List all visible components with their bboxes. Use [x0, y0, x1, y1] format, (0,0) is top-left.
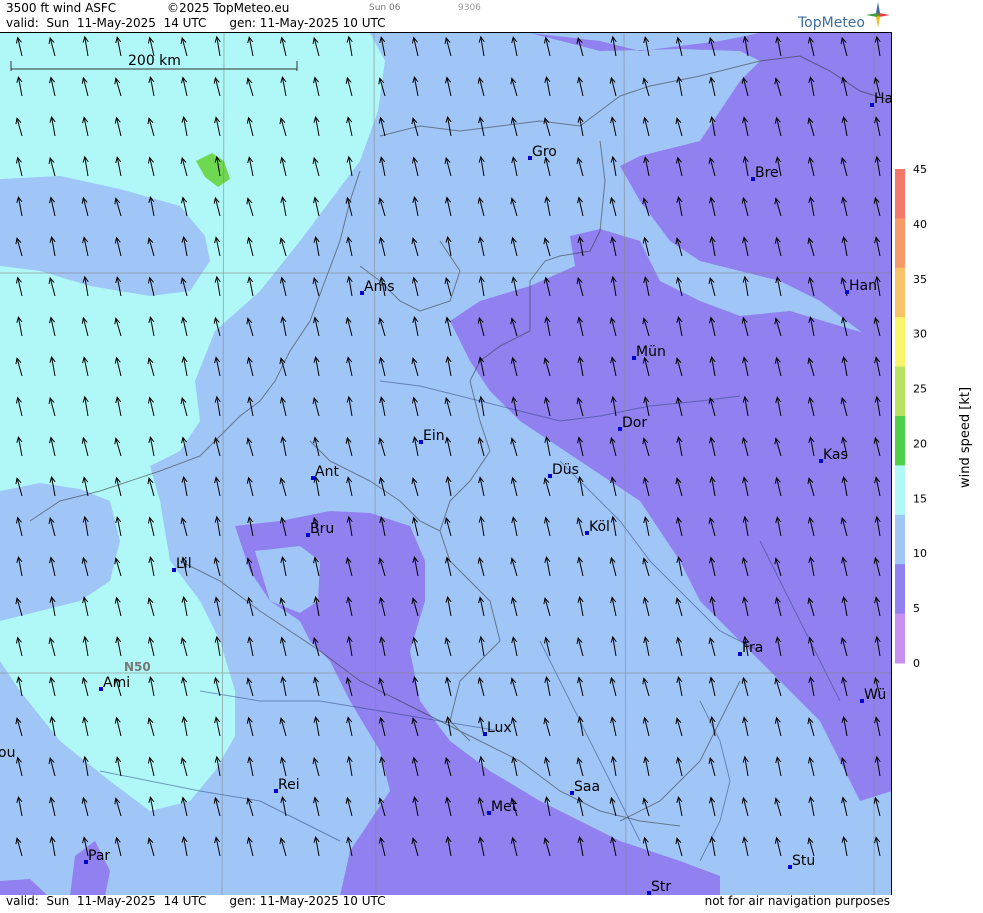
- city-label: Ein: [423, 428, 445, 444]
- legend-tick-label: 45: [913, 163, 927, 176]
- model-run: Sun 06: [369, 3, 401, 13]
- legend-title: wind speed [kt]: [958, 387, 973, 488]
- city-label: Stu: [792, 853, 815, 869]
- legend-tick-label: 10: [913, 547, 927, 560]
- city-label: Met: [491, 799, 518, 815]
- city-label: Gro: [532, 144, 557, 160]
- legend-canvas: 45 40 35 30 25 20 15 10 5 0 wind speed [kt]: [895, 163, 973, 670]
- legend-color-band: [895, 564, 905, 615]
- legend-color-band: [895, 218, 905, 269]
- valid-time: valid: Sun 11-May-2025 14 UTC gen: 11-Ma…: [6, 16, 386, 30]
- product-title: 3500 ft wind ASFC: [6, 1, 117, 15]
- city-label: Fra: [742, 640, 763, 656]
- product-code: 9306: [458, 3, 481, 13]
- legend-color-band: [895, 169, 905, 219]
- legend-tick-label: 0: [913, 657, 920, 670]
- city-label: Ha: [874, 91, 892, 107]
- city-label: Köl: [589, 519, 610, 535]
- legend-color-band: [895, 267, 905, 318]
- city-label: Str: [651, 879, 671, 895]
- legend-color-band: [895, 514, 905, 565]
- city-label: Kas: [823, 447, 848, 463]
- city-label: Han: [849, 278, 877, 294]
- city-label: Mün: [636, 344, 666, 360]
- city-label: Lil: [176, 556, 192, 572]
- navigation-disclaimer: not for air navigation purposes: [704, 894, 890, 908]
- city-label: Lux: [487, 720, 512, 736]
- city-label: Bre: [755, 165, 779, 181]
- city-label: ou: [0, 745, 15, 761]
- city-label: Ami: [103, 675, 130, 691]
- legend-color-band: [895, 366, 905, 417]
- city-label: Saa: [574, 779, 600, 795]
- scale-label: 200 km: [128, 53, 181, 69]
- legend-tick-label: 25: [913, 383, 927, 396]
- city-label: Bru: [310, 521, 334, 537]
- legend-color-band: [895, 416, 905, 466]
- footer-bar: valid: Sun 11-May-2025 14 UTC gen: 11-Ma…: [0, 894, 892, 909]
- header-bar: 3500 ft wind ASFC ©2025 TopMeteo.eu Sun …: [0, 0, 892, 32]
- map-canvas[interactable]: N50 200 km Ha Gro Bre Ams Han Mün Ein Dor Ant Düs…: [0, 33, 892, 895]
- city-label: Dor: [622, 415, 647, 431]
- legend-color-band: [895, 317, 905, 368]
- legend-color-band: [895, 613, 905, 664]
- copyright: ©2025 TopMeteo.eu: [167, 1, 290, 15]
- legend-tick-label: 35: [913, 273, 927, 286]
- wind-map[interactable]: N50 200 km Ha Gro Bre Ams Han Mün Ein Dor Ant Düs…: [0, 32, 892, 895]
- brand-logo-icon: [866, 2, 890, 28]
- city-label: Ams: [364, 279, 395, 295]
- footer-valid-time: valid: Sun 11-May-2025 14 UTC gen: 11-Ma…: [6, 894, 386, 908]
- legend-tick-label: 5: [913, 602, 920, 615]
- city-label: Par: [88, 848, 110, 864]
- city-label: Wü: [864, 687, 886, 703]
- legend-color-band: [895, 465, 905, 516]
- city-label: Rei: [278, 777, 300, 793]
- legend-tick-label: 15: [913, 492, 927, 505]
- legend-tick-label: 40: [913, 218, 927, 231]
- legend-tick-label: 30: [913, 328, 927, 341]
- lat-label: N50: [124, 660, 151, 674]
- brand-name: TopMeteo: [798, 15, 865, 31]
- legend: 45 40 35 30 25 20 15 10 5 0 wind speed [kt]: [893, 0, 983, 909]
- legend-tick-label: 20: [913, 437, 927, 450]
- city-label: Ant: [315, 464, 339, 480]
- city-label: Düs: [552, 462, 579, 478]
